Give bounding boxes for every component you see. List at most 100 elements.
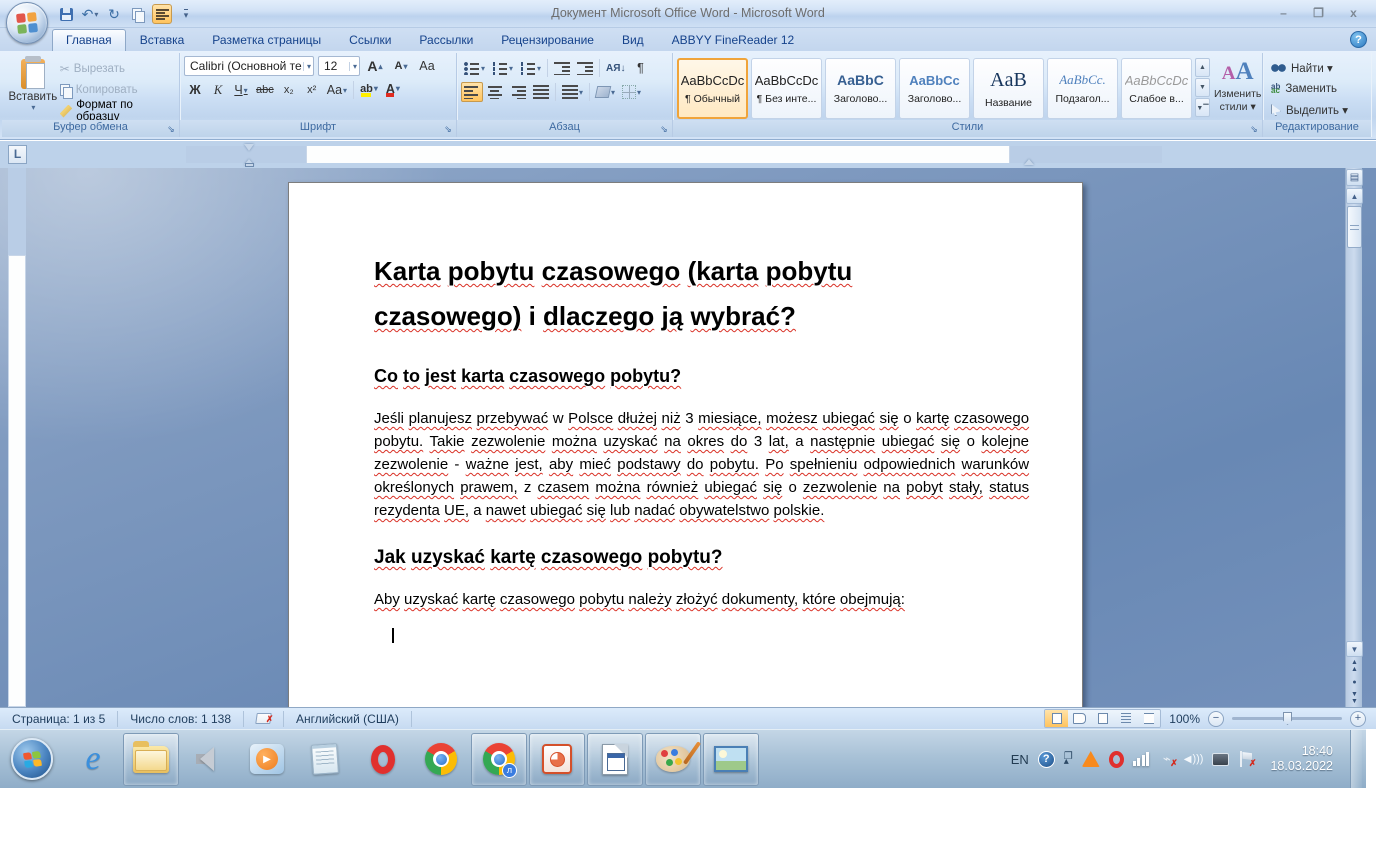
power-disconnected-icon[interactable] xyxy=(1159,751,1175,767)
language-tray-indicator[interactable]: EN xyxy=(1011,752,1029,767)
action-center-flag-icon[interactable]: ✗ xyxy=(1238,751,1253,767)
document-heading-2[interactable]: Jak uzyskać kartę czasowego pobytu? xyxy=(374,547,1029,569)
page-indicator[interactable]: Страница: 1 из 5 xyxy=(0,711,118,727)
Подзагол...[interactable]: AaBbCc. Подзагол... xyxy=(1047,58,1118,119)
document-paragraph-2[interactable]: Aby uzyskać kartę czasowego pobytu należ… xyxy=(374,591,1029,608)
print-layout-view-button[interactable] xyxy=(1045,710,1068,727)
Заголово...[interactable]: AaBbC Заголово... xyxy=(825,58,896,119)
borders-button[interactable]: ▾ xyxy=(619,82,644,102)
align-left-button[interactable] xyxy=(461,82,483,102)
shading-button[interactable]: ▾ xyxy=(593,82,618,102)
Название[interactable]: AaB Название xyxy=(973,58,1044,119)
start-button[interactable] xyxy=(1,733,63,786)
select-button[interactable]: Выделить ▾ xyxy=(1271,101,1367,119)
font-size-dropdown-arrow[interactable]: ▾ xyxy=(349,62,357,71)
document-heading-1[interactable]: Co to jest karta czasowego pobytu? xyxy=(374,366,1029,387)
internet-explorer-icon[interactable]: e xyxy=(65,733,121,786)
word-count[interactable]: Число слов: 1 138 xyxy=(118,711,244,727)
document-title-text[interactable]: Karta pobytu czasowego (karta pobytu cza… xyxy=(374,249,919,339)
sort-button[interactable]: АЯ↓ xyxy=(603,58,628,78)
change-styles-button[interactable]: AA Изменить стили ▾ xyxy=(1214,56,1261,120)
font-name-dropdown-arrow[interactable]: ▾ xyxy=(303,62,311,71)
bullets-button[interactable]: ▾ xyxy=(461,58,488,78)
ruler-toggle-button[interactable] xyxy=(1346,169,1363,186)
opera-icon[interactable] xyxy=(355,733,411,786)
copy-button[interactable]: Копировать xyxy=(60,81,175,99)
underline-dropdown-arrow[interactable]: ▾ xyxy=(244,86,248,95)
undo-dropdown-arrow[interactable]: ▾ xyxy=(94,10,98,19)
font-color-dropdown-arrow[interactable]: ▾ xyxy=(396,84,400,93)
scroll-up-button[interactable]: ▲ xyxy=(1346,188,1363,204)
subscript-button[interactable]: x₂ xyxy=(278,80,300,100)
save-button[interactable] xyxy=(56,4,76,24)
vertical-ruler[interactable] xyxy=(8,168,26,707)
volume-icon[interactable]: ))) xyxy=(1184,753,1204,765)
numbering-button[interactable]: ▾ xyxy=(489,58,516,78)
next-page-button[interactable]: ▼▼ xyxy=(1346,690,1363,706)
align-right-button[interactable] xyxy=(507,82,529,102)
ribbon-tab[interactable]: Рецензирование xyxy=(487,29,608,51)
office-button[interactable] xyxy=(6,2,48,44)
shrink-font-button[interactable]: А▾ xyxy=(390,56,412,76)
clear-formatting-button[interactable]: Аа xyxy=(416,56,438,76)
format-painter-button[interactable]: Формат по образцу xyxy=(60,102,175,120)
zoom-level[interactable]: 100% xyxy=(1169,712,1200,726)
¶ Без инте...[interactable]: AaBbCcDc ¶ Без инте... xyxy=(751,58,822,119)
draft-view-button[interactable] xyxy=(1137,710,1160,727)
speaker-icon[interactable] xyxy=(181,733,237,786)
zoom-out-button[interactable]: − xyxy=(1208,711,1224,727)
previous-page-button[interactable]: ▲▲ xyxy=(1346,658,1363,674)
grow-font-button[interactable]: А▴ xyxy=(364,56,386,76)
change-case-dropdown-arrow[interactable]: ▾ xyxy=(343,86,347,95)
cut-button[interactable]: ✂Вырезать xyxy=(60,60,175,78)
zoom-slider-thumb[interactable] xyxy=(1283,712,1292,725)
undo-button[interactable]: ↶▾ xyxy=(80,4,100,24)
full-screen-reading-view-button[interactable] xyxy=(1068,710,1091,727)
tab-stop-selector[interactable]: L xyxy=(8,145,27,164)
help-tray-icon[interactable]: ? xyxy=(1038,751,1055,768)
language-indicator[interactable]: Английский (США) xyxy=(284,711,412,727)
clock[interactable]: 18:40 18.03.2022 xyxy=(1262,744,1341,774)
Заголово...[interactable]: AaBbCc Заголово... xyxy=(899,58,970,119)
styles-gallery-more[interactable]: ▼▔ xyxy=(1195,98,1210,117)
bold-button[interactable]: Ж xyxy=(184,80,206,100)
increase-indent-button[interactable] xyxy=(574,58,596,78)
copy-quick-button[interactable] xyxy=(128,4,148,24)
font-size-combo[interactable]: 12▾ xyxy=(318,56,360,76)
replace-button[interactable]: abacЗаменить xyxy=(1271,80,1367,98)
powerpoint-icon[interactable] xyxy=(529,733,585,786)
proofing-status[interactable] xyxy=(244,711,284,727)
ribbon-tab[interactable]: Вид xyxy=(608,29,658,51)
help-button[interactable]: ? xyxy=(1350,31,1367,48)
text-highlight-button[interactable]: ab▾ xyxy=(357,80,381,100)
ribbon-tab[interactable]: Рассылки xyxy=(405,29,487,51)
ribbon-tab[interactable]: Вставка xyxy=(126,29,199,51)
paste-button[interactable]: Вставить ▾ xyxy=(6,56,60,120)
align-quick-button[interactable] xyxy=(152,4,172,24)
show-hidden-icons-button[interactable]: ❐▴ xyxy=(1064,754,1073,764)
notepad-icon[interactable] xyxy=(297,733,353,786)
opera-tray-icon[interactable] xyxy=(1109,751,1124,768)
superscript-button[interactable]: x² xyxy=(301,80,323,100)
document-app-icon[interactable] xyxy=(587,733,643,786)
paste-dropdown-arrow[interactable]: ▾ xyxy=(31,103,35,112)
justify-button[interactable] xyxy=(530,82,552,102)
ribbon-tab[interactable]: Главная xyxy=(52,29,126,51)
font-color-button[interactable]: А▾ xyxy=(382,80,404,100)
zoom-slider[interactable] xyxy=(1232,717,1342,720)
ribbon-tab[interactable]: Разметка страницы xyxy=(198,29,335,51)
find-button[interactable]: Найти ▾ xyxy=(1271,59,1367,77)
select-browse-object-button[interactable]: ● xyxy=(1346,674,1363,690)
redo-button[interactable]: ↻ xyxy=(104,4,124,24)
document-paragraph-1[interactable]: Jeśli planujesz przebywać w Polsce dłuże… xyxy=(374,407,1029,522)
strikethrough-button[interactable]: abc xyxy=(253,80,277,100)
styles-scroll-down[interactable]: ▼ xyxy=(1195,78,1210,97)
multilevel-list-button[interactable]: ▾ xyxy=(517,58,544,78)
restore-button[interactable]: ❐ xyxy=(1304,4,1333,22)
close-button[interactable]: x xyxy=(1339,4,1368,22)
avast-tray-icon[interactable] xyxy=(1082,751,1100,767)
font-name-combo[interactable]: Calibri (Основной те▾ xyxy=(184,56,314,76)
minimize-button[interactable]: – xyxy=(1269,4,1298,22)
left-indent-marker[interactable] xyxy=(245,163,254,167)
align-center-button[interactable] xyxy=(484,82,506,102)
